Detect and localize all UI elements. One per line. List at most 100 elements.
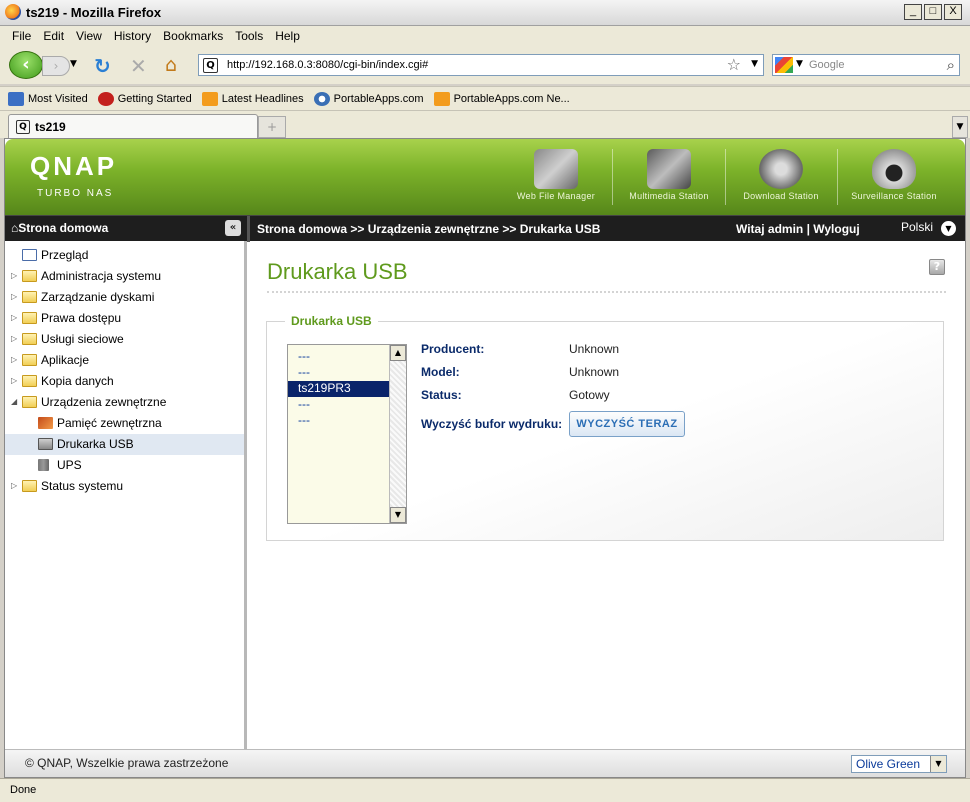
new-tab-button[interactable]: + xyxy=(258,116,286,138)
close-button[interactable]: X xyxy=(944,4,962,20)
download-station-link[interactable]: Download Station xyxy=(726,145,836,209)
tab-ts219[interactable]: Q ts219 xyxy=(8,114,258,139)
sidebar-item-kopia-danych[interactable]: ▷ Kopia danych xyxy=(5,371,244,392)
menu-edit[interactable]: Edit xyxy=(37,26,70,46)
bookmark-getting-started[interactable]: Getting Started xyxy=(97,91,192,106)
search-box[interactable]: ▼ Google ⌕ xyxy=(772,54,960,76)
multimedia-station-icon xyxy=(647,149,691,189)
list-item[interactable]: --- xyxy=(288,349,391,365)
clear-buffer-label: Wyczyść bufor wydruku: xyxy=(421,417,563,431)
minimize-button[interactable]: _ xyxy=(904,4,922,20)
bookmark-portableapps-news[interactable]: PortableApps.com Ne... xyxy=(433,91,570,106)
theme-dropdown-icon[interactable]: ▼ xyxy=(930,756,946,772)
list-item[interactable]: --- xyxy=(288,397,391,413)
history-dropdown-icon[interactable]: ▼ xyxy=(70,59,77,69)
language-dropdown-icon[interactable]: ▼ xyxy=(941,221,956,236)
search-engine-dropdown-icon[interactable]: ▼ xyxy=(796,59,803,69)
page-content: QNAP TURBO NAS Web File Manager Multimed… xyxy=(4,138,966,778)
folder-icon xyxy=(22,270,37,282)
expand-arrow-icon[interactable]: ▷ xyxy=(11,292,17,301)
sidebar-item-drukarka-usb[interactable]: Drukarka USB xyxy=(5,434,244,455)
url-text[interactable]: http://192.168.0.3:8080/cgi-bin/index.cg… xyxy=(227,59,428,71)
list-item[interactable]: --- xyxy=(288,413,391,429)
producent-label: Producent: xyxy=(421,342,485,356)
collapse-sidebar-button[interactable]: « xyxy=(225,220,241,236)
google-search-engine-icon[interactable] xyxy=(775,57,793,73)
listbox-scrollbar[interactable]: ▲ ▼ xyxy=(389,345,406,523)
multimedia-station-link[interactable]: Multimedia Station xyxy=(614,145,724,209)
site-favicon-icon: Q xyxy=(203,58,218,73)
welcome-logout[interactable]: Witaj admin | Wyloguj xyxy=(736,222,860,236)
list-item[interactable]: --- xyxy=(288,365,391,381)
expand-arrow-icon[interactable]: ▷ xyxy=(11,271,17,280)
menu-help[interactable]: Help xyxy=(269,26,306,46)
back-button[interactable]: ‹ xyxy=(9,51,43,79)
bookmark-latest-headlines[interactable]: Latest Headlines xyxy=(201,91,304,106)
sidebar-item-prawa-dostepu[interactable]: ▷ Prawa dostępu xyxy=(5,308,244,329)
status-label: Status: xyxy=(421,388,462,402)
folder-icon xyxy=(22,375,37,387)
download-station-icon xyxy=(759,149,803,189)
sidebar-item-zarzadzanie-dyskami[interactable]: ▷ Zarządzanie dyskami xyxy=(5,287,244,308)
fieldset-legend: Drukarka USB xyxy=(285,314,378,328)
reload-icon[interactable]: ↻ xyxy=(94,54,111,78)
list-item-selected[interactable]: ts219PR3 xyxy=(288,381,391,397)
menu-history[interactable]: History xyxy=(108,26,157,46)
page-footer: © QNAP, Wszelkie prawa zastrzeżone Olive… xyxy=(5,749,965,777)
menu-file[interactable]: File xyxy=(6,26,37,46)
status-text: Done xyxy=(10,784,37,796)
sidebar-item-status-systemu[interactable]: ▷ Status systemu xyxy=(5,476,244,497)
printer-listbox[interactable]: --- --- ts219PR3 --- --- ▲ ▼ xyxy=(287,344,407,524)
scroll-down-icon[interactable]: ▼ xyxy=(390,507,406,523)
browser-status-bar: Done xyxy=(0,778,970,802)
clear-now-button[interactable]: WYCZYŚĆ TERAZ xyxy=(569,411,685,437)
expand-arrow-icon[interactable]: ▷ xyxy=(11,481,17,490)
folder-icon xyxy=(22,291,37,303)
sidebar-item-aplikacje[interactable]: ▷ Aplikacje xyxy=(5,350,244,371)
status-value: Gotowy xyxy=(569,388,610,402)
scroll-up-icon[interactable]: ▲ xyxy=(390,345,406,361)
sidebar-tree: Przegląd ▷ Administracja systemu ▷ Zarzą… xyxy=(5,241,247,749)
expand-arrow-icon[interactable]: ▷ xyxy=(11,376,17,385)
menu-tools[interactable]: Tools xyxy=(229,26,269,46)
search-input[interactable]: Google xyxy=(809,59,844,71)
tab-list-dropdown-icon[interactable]: ▼ xyxy=(952,116,968,138)
bookmark-star-icon[interactable]: ☆ xyxy=(727,55,741,74)
menu-bookmarks[interactable]: Bookmarks xyxy=(157,26,229,46)
url-bar[interactable]: Q http://192.168.0.3:8080/cgi-bin/index.… xyxy=(198,54,764,76)
model-label: Model: xyxy=(421,365,460,379)
folder-open-icon xyxy=(22,396,37,408)
expand-arrow-icon[interactable]: ▷ xyxy=(11,313,17,322)
bookmarks-toolbar: Most Visited Getting Started Latest Head… xyxy=(0,86,970,110)
qnap-logo[interactable]: QNAP xyxy=(30,151,117,182)
theme-select[interactable]: Olive Green ▼ xyxy=(851,755,947,773)
home-icon[interactable]: ⌂ xyxy=(165,54,177,76)
web-file-manager-link[interactable]: Web File Manager xyxy=(501,145,611,209)
surveillance-station-link[interactable]: Surveillance Station xyxy=(839,145,949,209)
collapse-arrow-icon[interactable]: ◢ xyxy=(11,397,17,406)
sidebar-item-administracja[interactable]: ▷ Administracja systemu xyxy=(5,266,244,287)
url-dropdown-icon[interactable]: ▼ xyxy=(751,59,758,69)
window-title: ts219 - Mozilla Firefox xyxy=(26,5,162,20)
folder-icon xyxy=(22,480,37,492)
forward-button[interactable]: › xyxy=(42,56,70,76)
stop-icon[interactable]: ✕ xyxy=(130,54,147,78)
expand-arrow-icon[interactable]: ▷ xyxy=(11,355,17,364)
help-icon[interactable]: ? xyxy=(929,259,945,275)
sidebar-item-urzadzenia-zewnetrzne[interactable]: ◢ Urządzenia zewnętrzne xyxy=(5,392,244,413)
sidebar-item-uslugi-sieciowe[interactable]: ▷ Usługi sieciowe xyxy=(5,329,244,350)
bookmark-most-visited[interactable]: Most Visited xyxy=(8,91,88,106)
sidebar-item-pamiec-zewnetrzna[interactable]: Pamięć zewnętrzna xyxy=(5,413,244,434)
firefox-icon xyxy=(5,4,21,20)
expand-arrow-icon[interactable]: ▷ xyxy=(11,334,17,343)
maximize-button[interactable]: □ xyxy=(924,4,942,20)
sidebar-item-ups[interactable]: UPS xyxy=(5,455,244,476)
menu-view[interactable]: View xyxy=(70,26,108,46)
search-icon[interactable]: ⌕ xyxy=(947,56,955,74)
rss-icon xyxy=(433,91,450,106)
language-select[interactable]: Polski xyxy=(901,220,933,234)
producent-value: Unknown xyxy=(569,342,620,356)
sidebar-item-przeglad[interactable]: Przegląd xyxy=(5,245,244,266)
bookmark-portableapps[interactable]: PortableApps.com xyxy=(313,91,424,106)
home-link[interactable]: ⌂Strona domowa xyxy=(11,221,108,235)
